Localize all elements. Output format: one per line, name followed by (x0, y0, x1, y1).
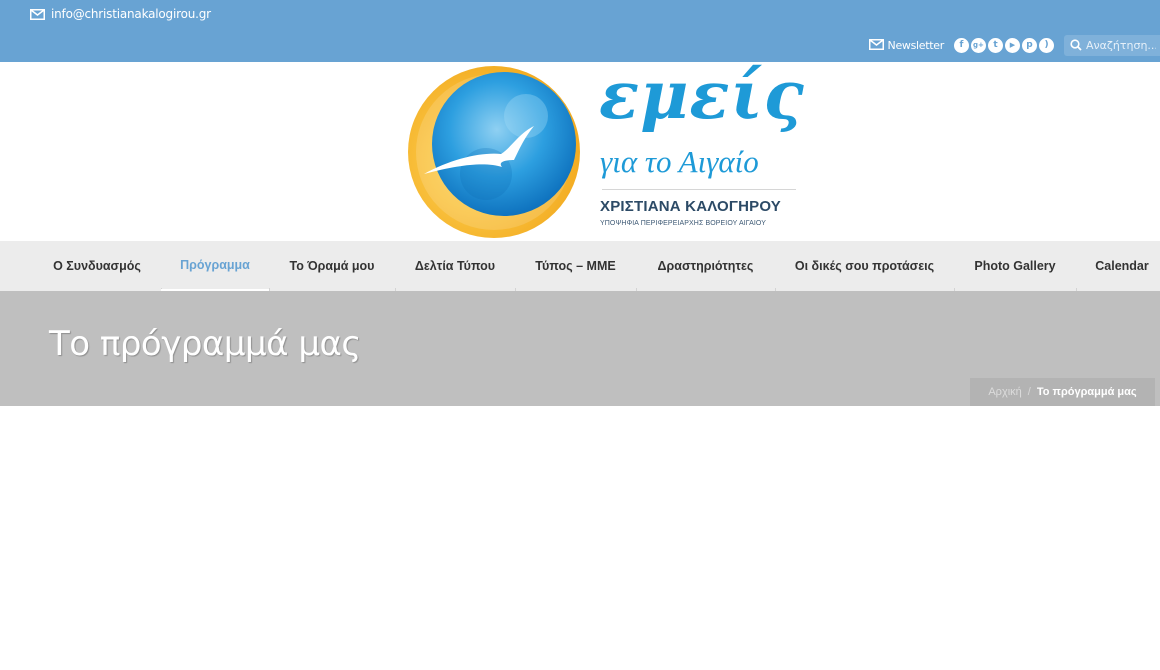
rss-icon[interactable]: ) (1039, 38, 1054, 53)
logo-divider (602, 189, 796, 190)
main-nav: Ο Συνδυασμός Πρόγραμμα Το Όραμά μου Δελτ… (0, 241, 1160, 291)
breadcrumb: Αρχική / Το πρόγραμμά μας (970, 378, 1155, 406)
logo-emblem-icon (408, 66, 580, 238)
nav-item-orama[interactable]: Το Όραμά μου (269, 241, 395, 291)
search-box[interactable] (1064, 35, 1160, 56)
search-icon[interactable] (1070, 36, 1082, 55)
logo-name: ΧΡΙΣΤΙΑΝΑ ΚΑΛΟΓΗΡΟΥ (600, 198, 782, 215)
logo-tagline: ΥΠΟΨΗΦΙΑ ΠΕΡΙΦΕΡΕΙΑΡΧΗΣ ΒΟΡΕΙΟΥ ΑΙΓΑΙΟΥ (600, 220, 766, 227)
contact-email-text[interactable]: info@christianakalogirou.gr (51, 7, 211, 21)
social-links: f g+ t ▶ p ) (954, 38, 1054, 53)
nav-item-photo-gallery[interactable]: Photo Gallery (954, 241, 1076, 291)
top-bar: info@christianakalogirou.gr Newsletter f… (0, 0, 1160, 62)
search-input[interactable] (1086, 39, 1156, 52)
nav-item-deltia-typou[interactable]: Δελτία Τύπου (395, 241, 515, 291)
breadcrumb-separator: / (1027, 386, 1031, 398)
nav-item-calendar[interactable]: Calendar (1076, 241, 1160, 291)
site-header: εμείς για το Αιγαίο ΧΡΙΣΤΙΑΝΑ ΚΑΛΟΓΗΡΟΥ … (0, 56, 1160, 241)
youtube-icon[interactable]: ▶ (1005, 38, 1020, 53)
top-bar-tools: Newsletter f g+ t ▶ p ) (868, 35, 1160, 56)
google-plus-icon[interactable]: g+ (971, 38, 986, 53)
mail-icon (868, 38, 884, 53)
nav-item-protaseis[interactable]: Οι δικές σου προτάσεις (775, 241, 954, 291)
site-logo[interactable]: εμείς για το Αιγαίο ΧΡΙΣΤΙΑΝΑ ΚΑΛΟΓΗΡΟΥ … (406, 56, 806, 239)
newsletter-link[interactable]: Newsletter (868, 38, 945, 53)
nav-item-typos-mme[interactable]: Τύπος – ΜΜΕ (515, 241, 636, 291)
logo-subtitle: για το Αιγαίο (600, 144, 759, 179)
newsletter-label[interactable]: Newsletter (888, 39, 945, 52)
mail-icon (30, 8, 45, 20)
twitter-icon[interactable]: t (988, 38, 1003, 53)
nav-item-programma[interactable]: Πρόγραμμα (161, 241, 269, 291)
nav-item-syndyasmos[interactable]: Ο Συνδυασμός (33, 241, 161, 291)
facebook-icon[interactable]: f (954, 38, 969, 53)
breadcrumb-current: Το πρόγραμμά μας (1036, 386, 1137, 398)
page-title-band: Το πρόγραμμά μας Αρχική / Το πρόγραμμά μ… (0, 291, 1160, 406)
nav-item-drastiriotites[interactable]: Δραστηριότητες (636, 241, 775, 291)
contact-email[interactable]: info@christianakalogirou.gr (30, 7, 211, 21)
page-title: Το πρόγραμμά μας (49, 324, 361, 364)
logo-title: εμείς (599, 56, 805, 134)
pinterest-icon[interactable]: p (1022, 38, 1037, 53)
breadcrumb-home-link[interactable]: Αρχική (988, 386, 1021, 398)
